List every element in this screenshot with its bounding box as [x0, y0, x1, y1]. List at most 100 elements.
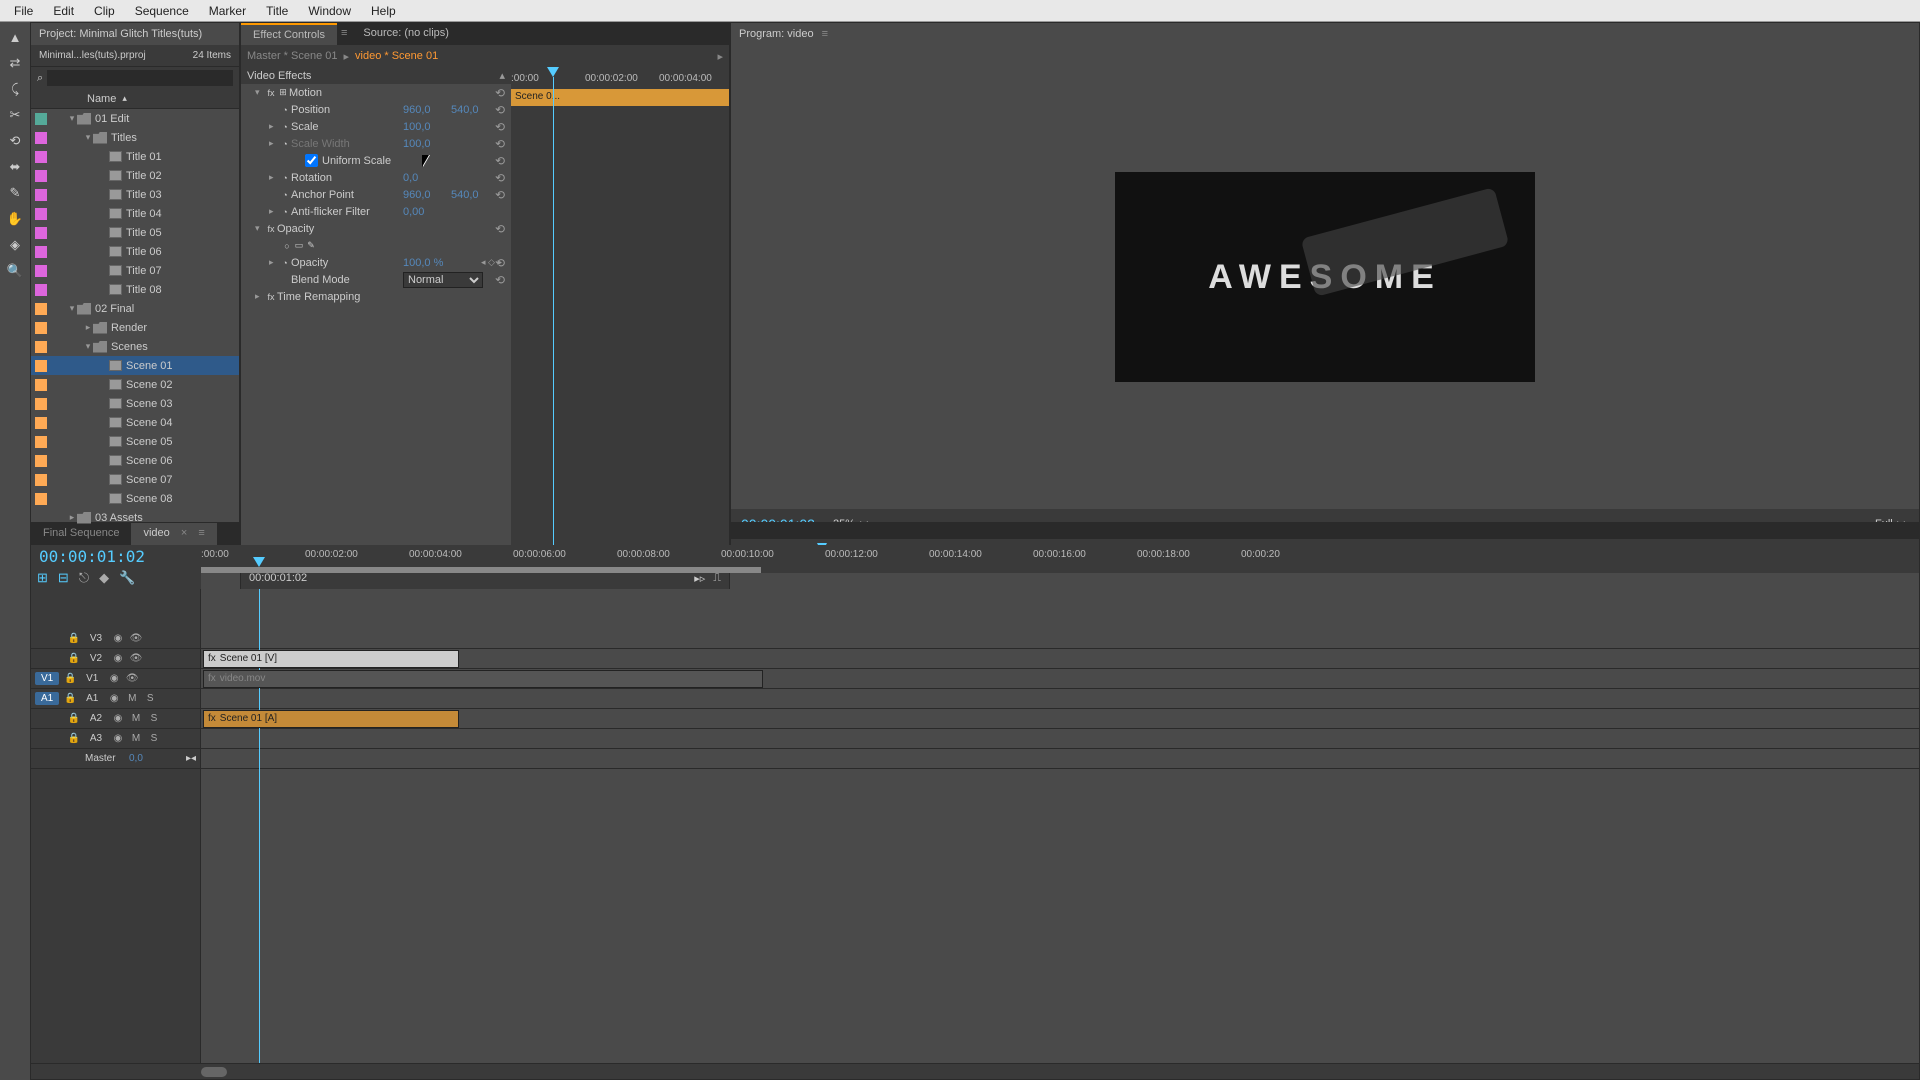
track-header-v2[interactable]: 🔒V2◉👁 [31, 649, 200, 669]
property-row[interactable]: ▸fxTime Remapping [241, 288, 511, 305]
fx-badge-icon[interactable]: fx [265, 87, 277, 99]
stopwatch-icon[interactable]: ◔ [279, 138, 291, 150]
reset-icon[interactable]: ⟲ [495, 86, 505, 100]
property-row[interactable]: ◔Anchor Point960,0540,0⟲ [241, 186, 511, 203]
target-icon[interactable]: ◉ [111, 652, 125, 666]
nest-icon[interactable]: ⊞ [37, 570, 48, 586]
twist-icon[interactable]: ▸ [83, 322, 93, 333]
track-label[interactable]: A1 [81, 693, 103, 704]
twist-icon[interactable]: ▾ [255, 223, 265, 234]
tab-source[interactable]: Source: (no clips) [351, 23, 461, 45]
panel-menu-icon[interactable]: ≡ [822, 28, 828, 40]
tree-item[interactable]: Title 03 [31, 185, 239, 204]
solo-icon[interactable]: S [147, 712, 161, 726]
tree-item[interactable]: Title 04 [31, 204, 239, 223]
timeline-ruler[interactable]: :00:0000:00:02:0000:00:04:0000:00:06:000… [201, 545, 1919, 567]
track-label[interactable]: V1 [81, 673, 103, 684]
twist-icon[interactable]: ▸ [269, 138, 279, 149]
blend-mode-select[interactable]: Normal [403, 272, 483, 288]
tab-video[interactable]: video × ≡ [131, 523, 216, 545]
track-label[interactable]: V3 [85, 633, 107, 644]
twist-icon[interactable]: ▸ [269, 172, 279, 183]
tree-item[interactable]: Scene 04 [31, 413, 239, 432]
twist-icon[interactable]: ▸ [269, 257, 279, 268]
mask-pen-icon[interactable]: ✎ [305, 240, 317, 252]
menu-sequence[interactable]: Sequence [125, 2, 199, 20]
reset-icon[interactable]: ⟲ [495, 171, 505, 185]
tool-1[interactable]: ⇄ [4, 52, 26, 74]
property-row[interactable]: ▸◔Opacity100,0 %◂ ◇ ▸⟲ [241, 254, 511, 271]
collapse-icon[interactable]: ▴ [499, 69, 505, 82]
source-patch[interactable]: V1 [35, 672, 59, 685]
fx-badge-icon[interactable]: fx [265, 223, 277, 235]
property-value[interactable]: 0,00 [403, 206, 424, 218]
twist-icon[interactable]: ▾ [83, 132, 93, 143]
linked-icon[interactable]: ⎋ [79, 570, 89, 586]
twist-icon[interactable]: ▾ [67, 303, 77, 314]
ec-toggle-icon[interactable]: ▸▹ [694, 572, 705, 585]
target-icon[interactable]: ◉ [107, 672, 121, 686]
tree-item[interactable]: ▾02 Final [31, 299, 239, 318]
tool-7[interactable]: ✋ [4, 208, 26, 230]
twist-icon[interactable]: ▾ [255, 87, 265, 98]
tree-item[interactable]: Title 06 [31, 242, 239, 261]
tool-3[interactable]: ✂ [4, 104, 26, 126]
solo-icon[interactable]: S [147, 732, 161, 746]
reset-icon[interactable]: ⟲ [495, 154, 505, 168]
track-header-a3[interactable]: 🔒A3◉MS [31, 729, 200, 749]
property-value[interactable]: 100,0 [403, 121, 431, 133]
stopwatch-icon[interactable]: ◔ [279, 172, 291, 184]
scrollbar-thumb[interactable] [201, 1067, 227, 1077]
twist-icon[interactable]: ▸ [255, 291, 265, 302]
breadcrumb-master[interactable]: Master * Scene 01 [247, 50, 338, 62]
timeline-timecode[interactable]: 00:00:01:02 [31, 545, 201, 567]
twist-icon[interactable]: ▾ [83, 341, 93, 352]
property-row[interactable]: ▸◔Scale100,0⟲ [241, 118, 511, 135]
master-value[interactable]: 0,0 [129, 753, 143, 764]
twist-icon[interactable]: ▸ [269, 121, 279, 132]
reset-icon[interactable]: ⟲ [495, 120, 505, 134]
tool-8[interactable]: ◈ [4, 234, 26, 256]
marker-icon[interactable]: ◆ [99, 570, 109, 586]
target-icon[interactable]: ◉ [111, 712, 125, 726]
menu-window[interactable]: Window [298, 2, 361, 20]
column-name[interactable]: Name [87, 93, 116, 105]
menu-file[interactable]: File [4, 2, 43, 20]
tree-item[interactable]: Scene 05 [31, 432, 239, 451]
clip-video[interactable]: fxvideo.mov [203, 670, 763, 688]
ec-timeline[interactable]: :00:0000:00:02:0000:00:04:00 Scene 0... [511, 67, 729, 567]
property-value[interactable]: 540,0 [451, 189, 479, 201]
track-header-v1[interactable]: V1🔒V1◉👁 [31, 669, 200, 689]
reset-icon[interactable]: ⟲ [495, 222, 505, 236]
tree-item[interactable]: Scene 01 [31, 356, 239, 375]
track-header-a2[interactable]: 🔒A2◉MS [31, 709, 200, 729]
reset-icon[interactable]: ⟲ [495, 256, 505, 270]
twist-icon[interactable]: ▸ [269, 206, 279, 217]
property-row[interactable]: ▾fx⊞Motion⟲ [241, 84, 511, 101]
solo-icon[interactable]: S [143, 692, 157, 706]
breadcrumb-clip[interactable]: video * Scene 01 [355, 50, 438, 62]
track-label[interactable]: V2 [85, 653, 107, 664]
ec-clip-bar[interactable]: Scene 0... [511, 89, 729, 106]
property-row[interactable]: ○▭✎ [241, 237, 511, 254]
sort-icon[interactable]: ▴ [122, 93, 127, 104]
track-label[interactable]: A3 [85, 733, 107, 744]
tree-item[interactable]: ▸Render [31, 318, 239, 337]
reset-icon[interactable]: ⟲ [495, 273, 505, 287]
property-row[interactable]: Uniform Scale⟲ [241, 152, 511, 169]
track-area[interactable]: fxScene 01 [V] fxvideo.mov fxScene 01 [A… [201, 589, 1919, 1063]
stopwatch-icon[interactable]: ◔ [279, 206, 291, 218]
tool-6[interactable]: ✎ [4, 182, 26, 204]
close-icon[interactable]: × [181, 527, 187, 539]
property-value[interactable]: 100,0 % [403, 257, 443, 269]
lock-icon[interactable]: 🔒 [63, 672, 77, 686]
project-search-input[interactable] [47, 70, 233, 86]
lock-icon[interactable]: 🔒 [63, 692, 77, 706]
stopwatch-icon[interactable]: ◔ [279, 257, 291, 269]
tree-item[interactable]: Title 02 [31, 166, 239, 185]
menu-title[interactable]: Title [256, 2, 298, 20]
uniform-scale-checkbox[interactable] [305, 154, 318, 167]
eye-icon[interactable]: 👁 [129, 632, 143, 646]
tree-item[interactable]: ▾Titles [31, 128, 239, 147]
panel-menu-icon[interactable]: ≡ [198, 527, 204, 539]
